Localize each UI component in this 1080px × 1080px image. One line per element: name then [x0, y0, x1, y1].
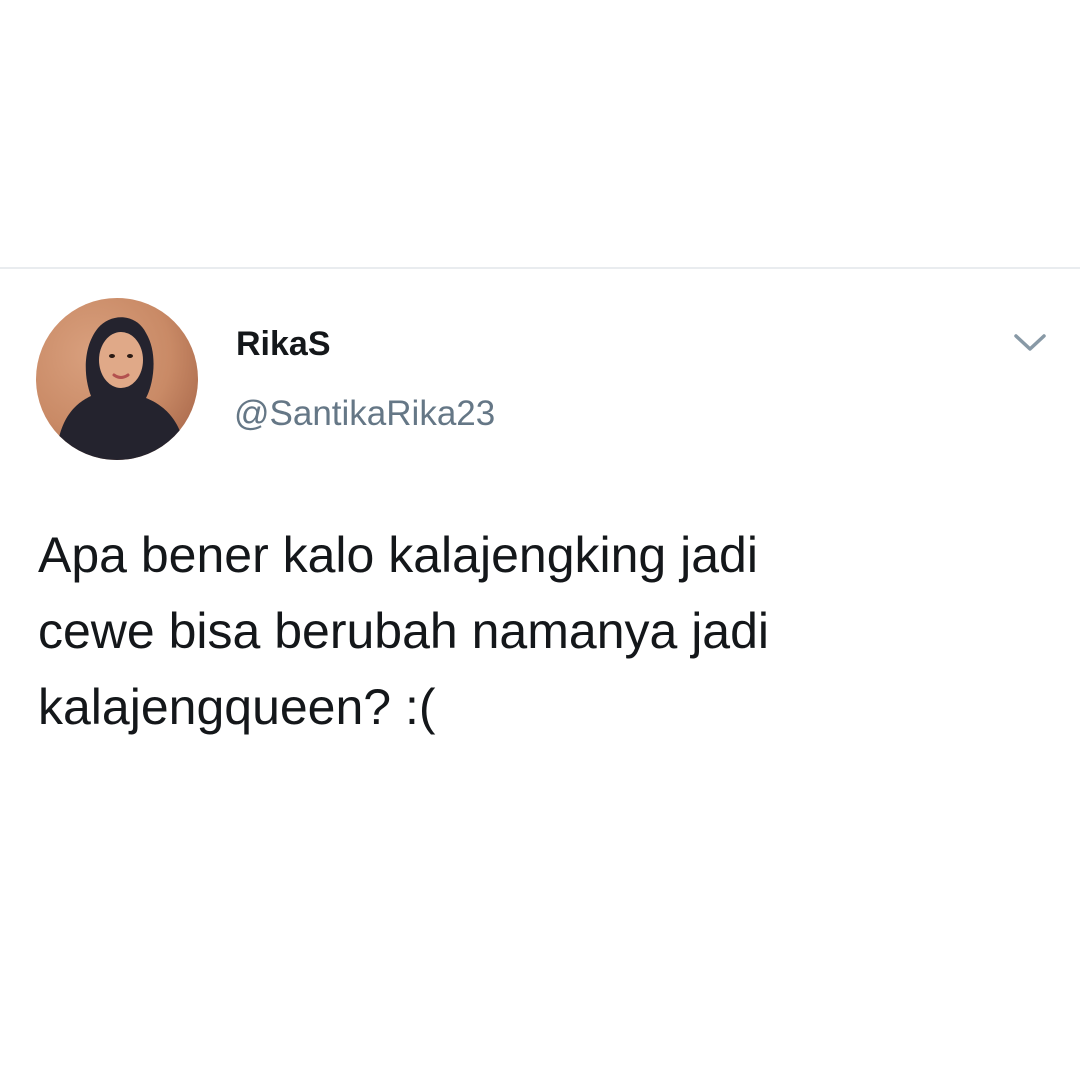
display-name[interactable]: RikaS — [236, 327, 331, 361]
tweet-text: Apa bener kalo kalajengking jadi cewe bi… — [38, 517, 1048, 745]
avatar[interactable] — [36, 298, 198, 460]
tweet-text-line: Apa bener kalo kalajengking jadi — [38, 527, 758, 583]
tweet-text-line: kalajengqueen? :( — [38, 679, 436, 735]
user-handle[interactable]: @SantikaRika23 — [234, 396, 495, 431]
tweet-card[interactable]: RikaS @SantikaRika23 Apa bener kalo kala… — [0, 269, 1080, 814]
screenshot-canvas: RikaS @SantikaRika23 Apa bener kalo kala… — [0, 0, 1080, 1080]
chevron-down-icon[interactable] — [1012, 331, 1048, 355]
tweet-text-line: cewe bisa berubah namanya jadi — [38, 603, 770, 659]
profile-photo-icon — [36, 298, 198, 460]
